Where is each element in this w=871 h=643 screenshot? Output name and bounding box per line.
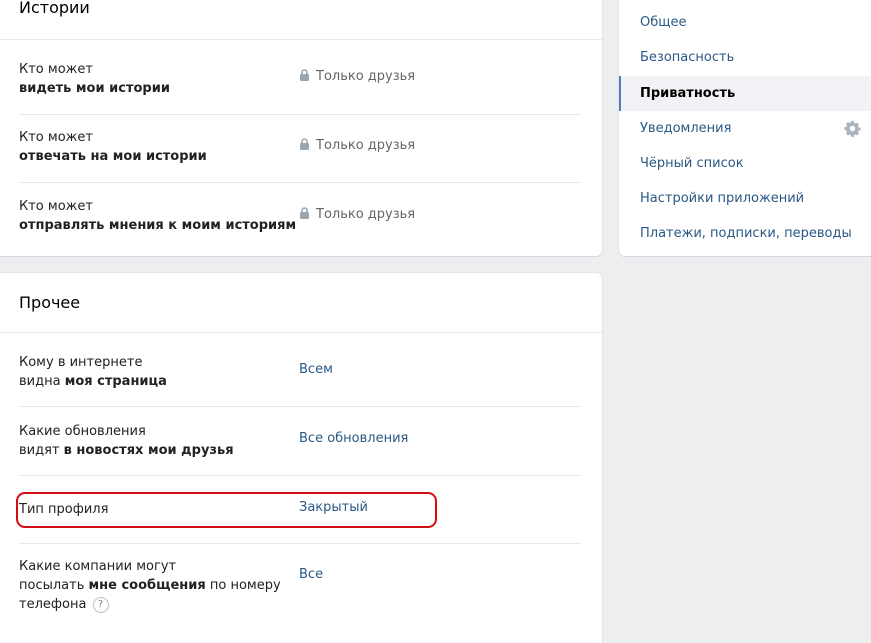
- profile-type-value[interactable]: Закрытый: [299, 500, 368, 515]
- settings-sidebar: Общее Безопасность Приватность Уведомлен…: [619, 0, 871, 256]
- gear-icon[interactable]: [844, 120, 861, 137]
- sidebar-item-privacy[interactable]: Приватность: [619, 76, 871, 111]
- divider: [19, 114, 581, 115]
- row-label: Какие компании могут посылать мне сообще…: [19, 559, 281, 613]
- stories-section-title: Истории: [19, 0, 90, 17]
- company-messages-value[interactable]: Все: [299, 567, 323, 582]
- divider: [19, 475, 581, 476]
- stories-opinions-value[interactable]: Только друзья: [299, 207, 415, 222]
- divider: [19, 182, 581, 183]
- row-label: Какие обновления видят в новостях мои др…: [19, 424, 234, 458]
- sidebar-item-payments[interactable]: Платежи, подписки, переводы: [619, 216, 871, 251]
- divider: [19, 543, 581, 544]
- sidebar-item-general[interactable]: Общее: [619, 5, 871, 40]
- lock-icon: [300, 138, 309, 150]
- sidebar-item-blacklist[interactable]: Чёрный список: [619, 146, 871, 181]
- stories-view-value[interactable]: Только друзья: [299, 69, 415, 84]
- profile-type-label: Тип профиля: [19, 502, 109, 517]
- other-card: Прочее Кому в интернете видна моя страни…: [0, 273, 602, 643]
- divider: [0, 332, 602, 333]
- lock-icon: [300, 69, 309, 81]
- sidebar-item-app-settings[interactable]: Настройки приложений: [619, 181, 871, 216]
- row-label: Кому в интернете видна моя страница: [19, 355, 167, 389]
- row-label: Кто может отправлять мнения к моим истор…: [19, 199, 297, 233]
- stories-reply-value[interactable]: Только друзья: [299, 138, 415, 153]
- question-icon[interactable]: ?: [92, 596, 109, 613]
- row-label: Кто может отвечать на мои истории: [19, 130, 207, 164]
- divider: [19, 406, 581, 407]
- other-section-title: Прочее: [19, 293, 81, 312]
- divider: [0, 39, 602, 40]
- lock-icon: [300, 207, 309, 219]
- sidebar-item-security[interactable]: Безопасность: [619, 40, 871, 75]
- row-label: Кто может видеть мои истории: [19, 62, 170, 96]
- friends-news-value[interactable]: Все обновления: [299, 431, 408, 446]
- stories-card: Истории Кто может видеть мои истории Тол…: [0, 0, 602, 256]
- sidebar-item-notifications[interactable]: Уведомления: [619, 111, 871, 146]
- page-visibility-value[interactable]: Всем: [299, 362, 333, 377]
